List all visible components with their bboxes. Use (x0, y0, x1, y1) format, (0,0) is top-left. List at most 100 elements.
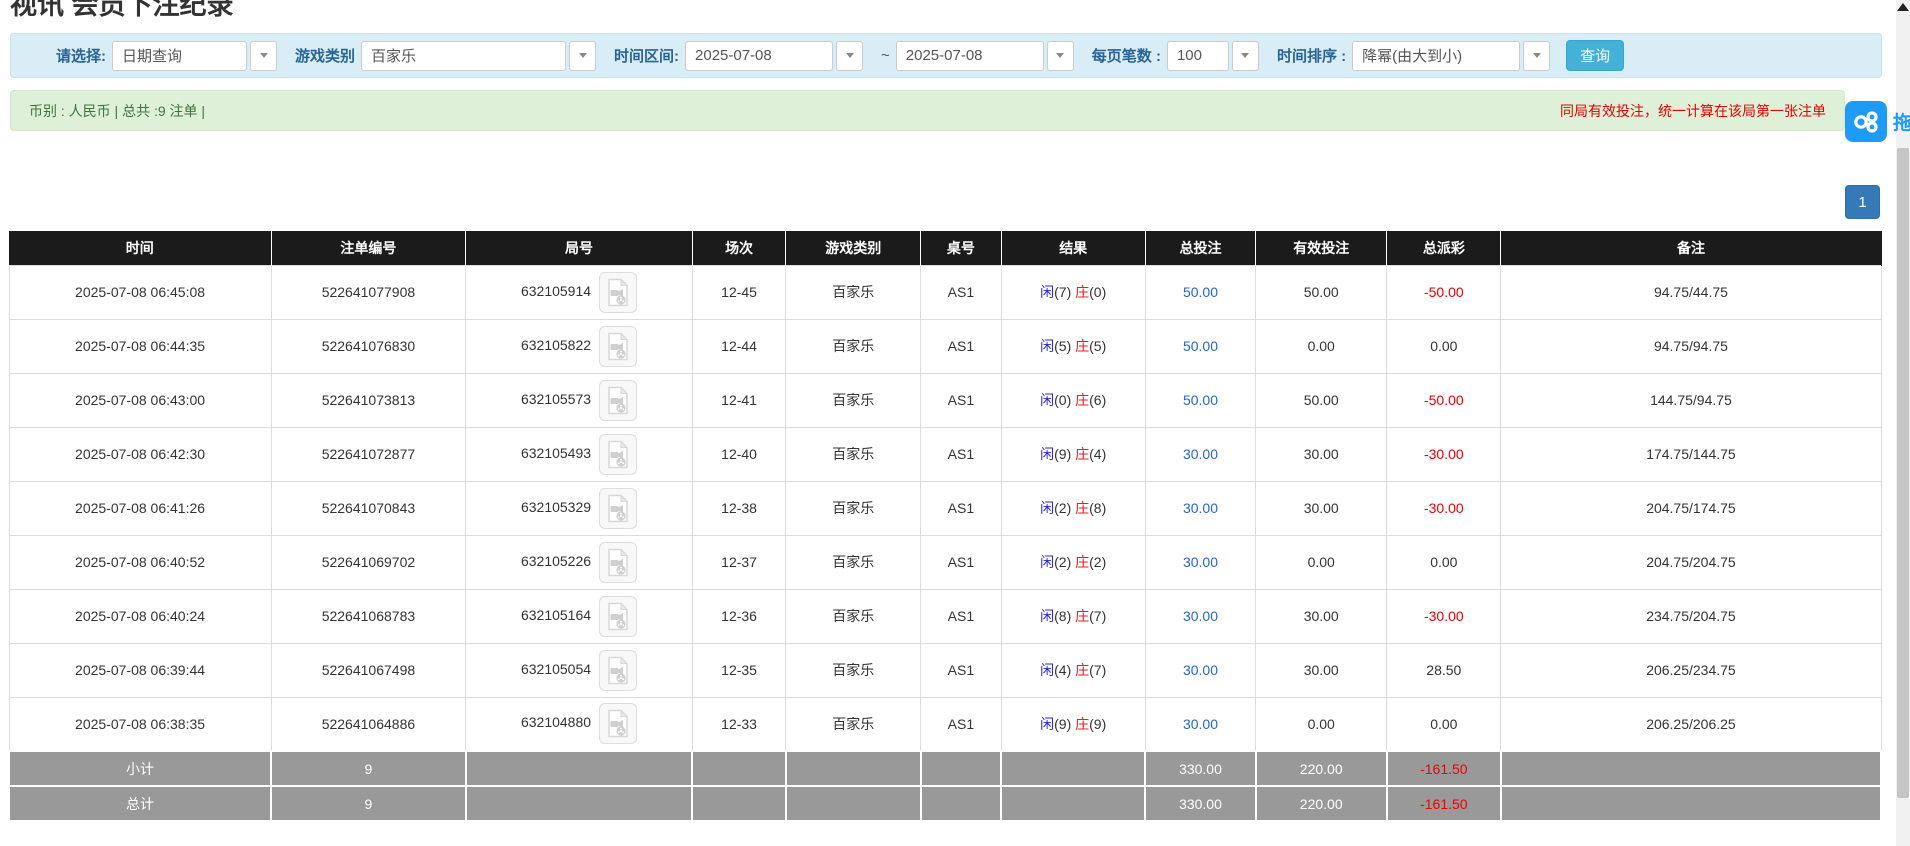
game-type-dropdown-button[interactable] (569, 40, 597, 71)
video-file-icon (608, 493, 629, 522)
video-replay-button[interactable] (599, 595, 638, 637)
page-size-input[interactable] (1166, 40, 1229, 71)
cell-round: 632105822 (465, 318, 693, 374)
cell-result: 闲(7) 庄(0) (1000, 264, 1146, 320)
sort-order-dropdown-button[interactable] (1523, 40, 1551, 71)
cell-game-type: 百家乐 (785, 480, 922, 536)
summary-bar: 币别 : 人民币 | 总共 :9 注单 | 同局有效投注，统一计算在该局第一张注… (10, 90, 1845, 131)
cell-result: 闲(2) 庄(8) (1000, 480, 1146, 536)
cell-valid-bet: 30.00 (1255, 588, 1388, 644)
date-to-input[interactable] (895, 40, 1044, 71)
cell-result: 闲(5) 庄(5) (1000, 318, 1146, 374)
video-replay-button[interactable] (599, 379, 638, 421)
banker-score: (4) (1089, 446, 1107, 462)
banker-label: 庄 (1075, 392, 1090, 408)
video-replay-button[interactable] (599, 271, 638, 313)
cell-time: 2025-07-08 06:40:24 (8, 588, 272, 644)
subtotal-label: 小计 (7, 750, 273, 787)
cell-game-type: 百家乐 (785, 426, 922, 482)
sort-order-input[interactable] (1352, 40, 1521, 71)
table-row: 2025-07-08 06:44:35 522641076830 6321058… (8, 318, 1882, 374)
records-table: 时间 注单编号 局号 场次 游戏类别 桌号 结果 总投注 有效投注 总派彩 备注… (7, 231, 1883, 822)
cell-remark: 206.25/206.25 (1500, 696, 1882, 752)
query-type-dropdown-button[interactable] (250, 40, 277, 71)
date-from-dropdown-button[interactable] (836, 40, 864, 71)
page-size-dropdown-button[interactable] (1231, 40, 1259, 71)
cell-result: 闲(9) 庄(4) (1000, 426, 1146, 482)
cell-result: 闲(8) 庄(7) (1000, 588, 1146, 644)
filter-bar: 请选择: 游戏类别 时间区间: ~ 每页笔数 : 时间排序 : 查询 (10, 33, 1882, 78)
drag-label[interactable]: 拖 (1893, 108, 1910, 135)
cell-game-type: 百家乐 (785, 318, 922, 374)
cell-table-no: AS1 (920, 318, 1002, 374)
video-file-icon (608, 601, 629, 630)
player-score: (9) (1054, 446, 1072, 462)
cell-round: 632105329 (465, 480, 693, 536)
player-label: 闲 (1040, 554, 1055, 570)
cell-result: 闲(4) 庄(7) (1000, 642, 1146, 698)
table-body: 2025-07-08 06:45:08 522641077908 6321059… (8, 264, 1882, 752)
cell-remark: 206.25/234.75 (1500, 642, 1882, 698)
table-row: 2025-07-08 06:40:52 522641069702 6321052… (8, 534, 1882, 590)
cell-valid-bet: 0.00 (1255, 696, 1388, 752)
video-replay-button[interactable] (599, 649, 638, 691)
cell-payout: 0.00 (1386, 696, 1502, 752)
cell-time: 2025-07-08 06:38:35 (8, 696, 272, 752)
video-replay-button[interactable] (599, 703, 638, 745)
col-header-round: 局号 (465, 231, 693, 265)
cell-payout: 28.50 (1386, 642, 1502, 698)
video-replay-button[interactable] (599, 325, 638, 367)
cell-valid-bet: 30.00 (1255, 426, 1388, 482)
page-1-button[interactable]: 1 (1845, 185, 1880, 219)
date-from-input[interactable] (685, 40, 834, 71)
player-score: (5) (1054, 338, 1072, 354)
cell-payout: -30.00 (1386, 480, 1502, 536)
video-replay-button[interactable] (599, 487, 638, 529)
cell-round: 632104880 (465, 696, 693, 752)
date-to-combo (895, 40, 1074, 71)
query-type-input[interactable] (112, 40, 247, 71)
video-replay-button[interactable] (599, 541, 638, 583)
banker-label: 庄 (1075, 662, 1090, 678)
total-total-bet: 330.00 (1144, 785, 1257, 822)
table-row: 2025-07-08 06:40:24 522641068783 6321051… (8, 588, 1882, 644)
date-to-dropdown-button[interactable] (1046, 40, 1074, 71)
cell-table-no: AS1 (920, 642, 1002, 698)
cell-total-bet: 50.00 (1144, 372, 1257, 428)
table-row: 2025-07-08 06:42:30 522641072877 6321054… (8, 426, 1882, 482)
cell-time: 2025-07-08 06:45:08 (8, 264, 272, 320)
cell-game-type: 百家乐 (785, 642, 922, 698)
chevron-down-icon (845, 53, 854, 58)
cell-remark: 94.75/44.75 (1500, 264, 1882, 320)
share-cloud-icon[interactable] (1845, 101, 1887, 142)
round-id: 632105573 (520, 390, 592, 407)
player-score: (7) (1054, 284, 1072, 300)
banker-label: 庄 (1075, 554, 1090, 570)
player-label: 闲 (1040, 662, 1055, 678)
cell-total-bet: 30.00 (1144, 426, 1257, 482)
scrollbar-thumb[interactable] (1897, 148, 1909, 798)
table-row: 2025-07-08 06:39:44 522641067498 6321050… (8, 642, 1882, 698)
table-row: 2025-07-08 06:43:00 522641073813 6321055… (8, 372, 1882, 428)
banker-label: 庄 (1075, 715, 1090, 732)
player-score: (9) (1054, 715, 1072, 732)
player-label: 闲 (1040, 715, 1055, 732)
search-button[interactable]: 查询 (1566, 40, 1625, 71)
cell-time: 2025-07-08 06:41:26 (8, 480, 272, 536)
subtotal-valid-bet: 220.00 (1254, 750, 1388, 787)
video-replay-button[interactable] (599, 433, 638, 475)
cell-valid-bet: 0.00 (1255, 534, 1388, 590)
col-header-result: 结果 (1001, 231, 1146, 265)
cell-game-type: 百家乐 (785, 264, 922, 320)
cell-session: 12-41 (691, 372, 787, 428)
cell-result: 闲(2) 庄(2) (1000, 534, 1146, 590)
cell-table-no: AS1 (920, 480, 1002, 536)
scroll-up-arrow[interactable] (1897, 1, 1909, 12)
valid-bet-note: 同局有效投注，统一计算在该局第一张注单 (1560, 102, 1826, 119)
cell-remark: 94.75/94.75 (1500, 318, 1882, 374)
video-file-icon (608, 331, 629, 360)
game-type-input[interactable] (361, 40, 567, 71)
total-count: 9 (270, 785, 467, 822)
banker-score: (0) (1089, 284, 1107, 300)
player-label: 闲 (1040, 392, 1055, 408)
